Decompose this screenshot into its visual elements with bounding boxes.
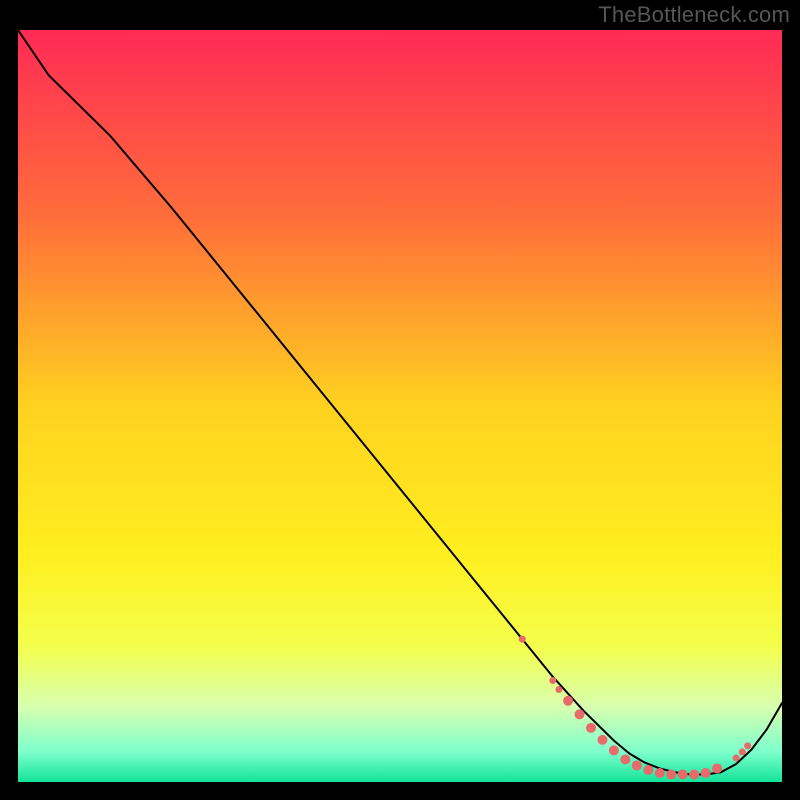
marker-dot [744, 742, 751, 749]
marker-dot [519, 636, 526, 643]
bottleneck-chart [18, 30, 782, 782]
marker-dot [678, 769, 688, 779]
marker-dot [575, 709, 585, 719]
marker-dot [655, 768, 665, 778]
plot-area [18, 30, 782, 782]
marker-dot [586, 723, 596, 733]
marker-dot [620, 754, 630, 764]
marker-dot [666, 769, 676, 779]
marker-dot [632, 760, 642, 770]
marker-dot [739, 748, 746, 755]
marker-dot [733, 754, 740, 761]
marker-dot [555, 686, 562, 693]
marker-dot [563, 696, 573, 706]
marker-dot [549, 677, 556, 684]
chart-container: TheBottleneck.com [0, 0, 800, 800]
marker-dot [701, 768, 711, 778]
marker-dot [643, 765, 653, 775]
marker-dot [712, 763, 722, 773]
marker-dot [609, 745, 619, 755]
marker-dot [689, 769, 699, 779]
attribution-text: TheBottleneck.com [598, 2, 790, 28]
marker-dot [597, 735, 607, 745]
